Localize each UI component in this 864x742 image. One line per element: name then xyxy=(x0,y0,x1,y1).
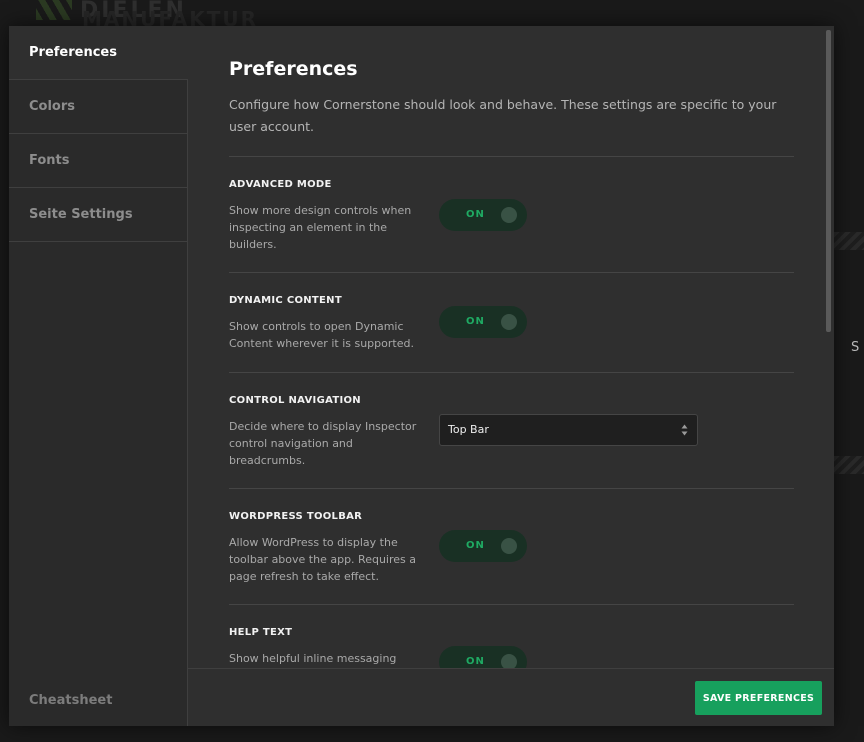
select-value: Top Bar xyxy=(448,423,489,436)
toggle-knob xyxy=(501,538,517,554)
toggle-state-label: ON xyxy=(466,656,485,667)
sidebar-item-preferences[interactable]: Preferences xyxy=(9,26,189,80)
dynamic-content-toggle[interactable]: ON xyxy=(439,306,527,338)
divider xyxy=(229,156,794,157)
sidebar-item-label: Seite Settings xyxy=(29,207,133,222)
save-preferences-button[interactable]: SAVE PREFERENCES xyxy=(695,681,822,715)
divider xyxy=(229,488,794,489)
page-title: Preferences xyxy=(229,58,358,80)
sidebar-item-colors[interactable]: Colors xyxy=(9,80,187,134)
toggle-knob xyxy=(501,314,517,330)
advanced-mode-toggle[interactable]: ON xyxy=(439,199,527,231)
background-stripe xyxy=(834,232,864,250)
toggle-state-label: ON xyxy=(466,316,485,327)
divider xyxy=(229,272,794,273)
sidebar-item-seite-settings[interactable]: Seite Settings xyxy=(9,188,187,242)
preferences-panel: Preferences Configure how Cornerstone sh… xyxy=(188,26,834,668)
setting-title-dynamic-content: DYNAMIC CONTENT xyxy=(229,295,342,306)
setting-title-control-navigation: CONTROL NAVIGATION xyxy=(229,395,361,406)
divider xyxy=(229,604,794,605)
sidebar: Preferences Colors Fonts Seite Settings … xyxy=(9,26,189,726)
sidebar-item-label: Fonts xyxy=(29,153,70,168)
sidebar-item-label: Preferences xyxy=(29,45,117,60)
page-description: Configure how Cornerstone should look an… xyxy=(229,97,777,134)
toggle-state-label: ON xyxy=(466,540,485,551)
wordpress-toolbar-toggle[interactable]: ON xyxy=(439,530,527,562)
setting-description: Allow WordPress to display the toolbar a… xyxy=(229,536,416,583)
background-stripe xyxy=(834,456,864,474)
setting-title-wordpress-toolbar: WORDPRESS TOOLBAR xyxy=(229,511,363,522)
preferences-modal: Preferences Colors Fonts Seite Settings … xyxy=(9,26,834,726)
toggle-state-label: ON xyxy=(466,209,485,220)
setting-description: Show controls to open Dynamic Content wh… xyxy=(229,320,414,350)
sidebar-item-label: Colors xyxy=(29,99,76,114)
control-navigation-select[interactable]: Top Bar xyxy=(439,414,698,446)
setting-description: Show more design controls when inspectin… xyxy=(229,204,412,251)
scrollbar[interactable] xyxy=(826,30,831,332)
toggle-knob xyxy=(501,654,517,668)
setting-description: Decide where to display Inspector contro… xyxy=(229,420,417,467)
sidebar-item-fonts[interactable]: Fonts xyxy=(9,134,187,188)
modal-footer: SAVE PREFERENCES xyxy=(188,668,834,726)
select-arrows-icon xyxy=(681,424,688,436)
background-text: S xyxy=(851,340,860,355)
help-text-toggle[interactable]: ON xyxy=(439,646,527,668)
cheatsheet-link[interactable]: Cheatsheet xyxy=(29,693,112,708)
setting-description: Show helpful inline messaging xyxy=(229,652,397,665)
divider xyxy=(229,372,794,373)
setting-title-advanced-mode: ADVANCED MODE xyxy=(229,179,332,190)
setting-title-help-text: HELP TEXT xyxy=(229,627,293,638)
logo-chevron-icon xyxy=(36,0,72,20)
toggle-knob xyxy=(501,207,517,223)
